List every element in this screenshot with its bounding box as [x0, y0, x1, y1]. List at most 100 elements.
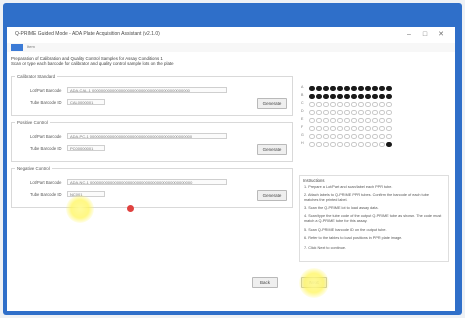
plate-well: [330, 101, 336, 107]
plate-well: [316, 133, 322, 139]
positive-control-group: Positive Control Lot/Part Barcode ADA-PC…: [11, 120, 293, 162]
plate-well: [351, 85, 357, 91]
tube-barcode-field[interactable]: CAL0000001: [67, 99, 105, 105]
plate-well: [351, 141, 357, 147]
plate-well: [316, 109, 322, 115]
plate-well: [365, 101, 371, 107]
error-marker-icon: [127, 205, 134, 212]
plate-well: [386, 125, 392, 131]
generate-button[interactable]: Generate: [257, 144, 287, 155]
lot-barcode-field[interactable]: ADA-PC-1 0000000000000000000000000000000…: [67, 133, 227, 139]
plate-well: [337, 133, 343, 139]
instruction-item: 3. Scan the Q-PRIME lot to load assay da…: [304, 206, 379, 210]
plate-well: [344, 125, 350, 131]
plate-well: [379, 101, 385, 107]
plate-well: [379, 85, 385, 91]
plate-well: [365, 85, 371, 91]
plate-well: [323, 101, 329, 107]
plate-well: [386, 85, 392, 91]
plate-well: [316, 141, 322, 147]
plate-well: [337, 109, 343, 115]
plate-well: [330, 133, 336, 139]
plate-well: [365, 117, 371, 123]
maximize-icon[interactable]: □: [419, 29, 431, 40]
plate-well: [309, 117, 315, 123]
generate-button[interactable]: Generate: [257, 98, 287, 109]
plate-well: [309, 85, 315, 91]
plate-well: [337, 85, 343, 91]
plate-well: [379, 125, 385, 131]
plate-well: [386, 93, 392, 99]
instructions-title: Instructions: [303, 178, 325, 183]
instruction-line-2: Scan or type each barcode for calibrator…: [11, 61, 174, 67]
plate-map: ABCDEFGH: [297, 85, 437, 163]
plate-well: [372, 117, 378, 123]
plate-well: [344, 141, 350, 147]
plate-row-label: A: [301, 85, 304, 89]
lot-barcode-field[interactable]: ADA-CAL-1 000000000000000000000000000000…: [67, 87, 227, 93]
menu-item[interactable]: Item: [27, 44, 35, 49]
plate-well: [372, 133, 378, 139]
instruction-item: 2. Attach labels to Q-PRIME PPR tubes. C…: [304, 193, 429, 202]
plate-well: [344, 101, 350, 107]
generate-button[interactable]: Generate: [257, 190, 287, 201]
plate-well: [372, 101, 378, 107]
plate-row-label: D: [301, 109, 304, 113]
plate-well: [379, 109, 385, 115]
plate-row: [309, 101, 429, 108]
instruction-item: 5. Scan Q-PRIME barcode ID on the output…: [304, 228, 387, 232]
tube-barcode-field[interactable]: PC00000001: [67, 145, 105, 151]
plate-well: [372, 93, 378, 99]
plate-well: [337, 101, 343, 107]
plate-well: [330, 141, 336, 147]
plate-well: [351, 109, 357, 115]
plate-row-label: B: [301, 93, 304, 97]
plate-well: [358, 109, 364, 115]
plate-row-label: E: [301, 117, 304, 121]
plate-well: [323, 141, 329, 147]
minimize-icon[interactable]: –: [403, 29, 415, 40]
instruction-item: 6. Refer to the tables to load positions…: [304, 236, 403, 240]
negative-control-group: Negative Control Lot/Part Barcode ADA-NC…: [11, 166, 293, 208]
plate-well: [365, 125, 371, 131]
plate-row: [309, 141, 429, 148]
title-bar: Q-PRIME Guided Mode - ADA Plate Acquisit…: [7, 27, 455, 44]
plate-well: [330, 125, 336, 131]
plate-well: [351, 117, 357, 123]
plate-well: [358, 141, 364, 147]
close-icon[interactable]: ✕: [435, 29, 447, 40]
plate-well: [372, 125, 378, 131]
click-highlight: [299, 268, 329, 298]
plate-well: [386, 109, 392, 115]
plate-well: [309, 109, 315, 115]
plate-well: [379, 133, 385, 139]
plate-well: [351, 125, 357, 131]
plate-well: [365, 93, 371, 99]
app-icon[interactable]: [11, 44, 23, 51]
tube-barcode-label: Tube Barcode ID: [30, 100, 62, 105]
plate-well: [316, 117, 322, 123]
tube-barcode-label: Tube Barcode ID: [30, 192, 62, 197]
plate-row-label: H: [301, 141, 304, 145]
tube-barcode-label: Tube Barcode ID: [30, 146, 62, 151]
plate-well: [344, 109, 350, 115]
lot-barcode-label: Lot/Part Barcode: [30, 180, 62, 185]
click-highlight: [66, 195, 94, 223]
back-button[interactable]: Back: [252, 277, 278, 288]
plate-well: [323, 125, 329, 131]
plate-well: [323, 117, 329, 123]
plate-well: [386, 141, 392, 147]
plate-well: [316, 125, 322, 131]
plate-well: [309, 141, 315, 147]
plate-well: [351, 133, 357, 139]
plate-well: [337, 125, 343, 131]
plate-well: [344, 93, 350, 99]
plate-well: [330, 93, 336, 99]
lot-barcode-field[interactable]: ADA-NC-1 0000000000000000000000000000000…: [67, 179, 227, 185]
menu-bar: Item: [7, 43, 455, 52]
plate-well: [358, 125, 364, 131]
plate-row-label: C: [301, 101, 304, 105]
app-window: Q-PRIME Guided Mode - ADA Plate Acquisit…: [7, 27, 455, 311]
plate-well: [316, 85, 322, 91]
plate-well: [358, 117, 364, 123]
